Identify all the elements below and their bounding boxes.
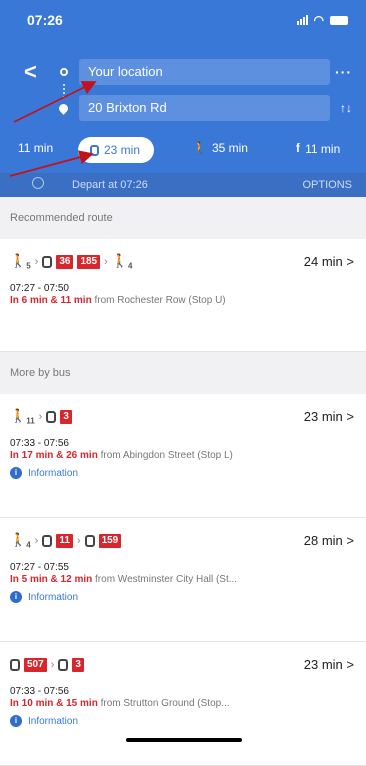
bus-number-badge: 11	[56, 534, 73, 548]
destination-pin-icon	[57, 101, 70, 115]
information-link[interactable]: i Information	[10, 467, 352, 479]
route-times: 07:33 - 07:56	[10, 686, 69, 697]
depart-bar[interactable]: Depart at 07:26 OPTIONS	[0, 173, 366, 197]
next-departures: In 17 min & 26 min from Abingdon Street …	[10, 450, 352, 461]
walk-icon: 🚶5	[10, 253, 31, 271]
departure-stop: from Westminster City Hall (St...	[92, 574, 238, 585]
information-link[interactable]: i Information	[10, 715, 352, 727]
route-duration: 23 min >	[303, 657, 354, 672]
walk-minutes: 4	[26, 540, 31, 550]
tab-transit[interactable]: 23 min	[78, 137, 155, 163]
next-departure-times: In 5 min & 12 min	[10, 574, 93, 585]
tab-bike-label: 11 min	[305, 141, 341, 156]
origin-icon	[60, 68, 68, 76]
status-bar: 07:26 ◠	[0, 0, 366, 40]
departure-stop: from Abingdon Street (Stop L)	[97, 450, 233, 461]
tab-car-label: 11 min	[18, 141, 54, 155]
bus-number-badge: 185	[77, 255, 101, 269]
bus-number-badge: 3	[60, 410, 72, 424]
more-icon[interactable]: ···	[335, 64, 352, 80]
route-duration: 28 min >	[303, 533, 354, 548]
walk-icon: 🚶	[192, 141, 207, 155]
swap-icon[interactable]: ↑↓	[340, 101, 352, 115]
route-duration: 24 min >	[303, 254, 354, 269]
bus-icon	[46, 411, 57, 423]
status-icons: ◠	[296, 13, 348, 27]
chevron-right-icon: ›	[34, 535, 39, 547]
route-legs: 507 › 3	[10, 656, 352, 674]
bus-icon	[42, 256, 53, 268]
origin-field[interactable]: Your location	[79, 59, 330, 85]
bike-icon: 𝐟	[296, 141, 301, 155]
walk-icon: 🚶4	[10, 532, 31, 550]
back-icon[interactable]: <	[24, 61, 37, 83]
chevron-right-icon: ›	[76, 535, 81, 547]
more-by-bus-label: More by bus	[10, 367, 71, 379]
information-label: Information	[28, 467, 79, 479]
route-duration: 23 min >	[303, 409, 354, 424]
tab-walk[interactable]: 🚶 35 min	[192, 141, 248, 155]
walk-icon: 🚶11	[10, 408, 35, 426]
bus-number-badge: 507	[24, 658, 47, 672]
bus-icon	[10, 659, 20, 671]
tab-walk-label: 35 min	[211, 141, 248, 155]
tab-transit-label: 23 min	[104, 143, 141, 157]
depart-time: Depart at 07:26	[72, 179, 148, 191]
chevron-right-icon: ›	[104, 256, 108, 268]
route-card[interactable]: 🚶11 › 3 23 min > 07:33 - 07:56 In 17 min…	[0, 394, 366, 518]
info-icon: i	[10, 467, 22, 479]
information-label: Information	[28, 591, 79, 603]
walk-minutes: 4	[127, 261, 133, 271]
bus-icon	[42, 535, 53, 547]
next-departure-times: In 6 min & 11 min	[10, 295, 92, 306]
next-departures: In 6 min & 11 min from Rochester Row (St…	[10, 295, 352, 306]
walk-minutes: 5	[26, 261, 31, 271]
bus-number-badge: 36	[56, 255, 74, 269]
destination-field[interactable]: 20 Brixton Rd	[79, 95, 330, 121]
route-card[interactable]: 507 › 3 23 min > 07:33 - 07:56 In 10 min…	[0, 642, 366, 766]
route-legs: 🚶4 › 11 › 159	[10, 532, 352, 550]
bus-icon	[90, 144, 99, 156]
info-icon: i	[10, 715, 22, 727]
bus-icon	[58, 659, 69, 671]
departure-stop: from Rochester Row (Stop U)	[91, 295, 226, 306]
wifi-icon: ◠	[313, 13, 324, 27]
information-label: Information	[28, 715, 79, 727]
options-button[interactable]: OPTIONS	[302, 179, 352, 191]
walk-icon: 🚶4	[111, 253, 133, 271]
chevron-right-icon: ›	[50, 659, 55, 671]
next-departure-times: In 17 min & 26 min	[10, 450, 98, 461]
route-times: 07:27 - 07:55	[10, 562, 69, 573]
tab-car[interactable]: 11 min	[18, 141, 53, 155]
departure-stop: from Strutton Ground (Stop...	[97, 698, 230, 709]
recommended-section-label: Recommended route	[10, 212, 113, 224]
chevron-right-icon: ›	[34, 256, 39, 268]
route-times: 07:33 - 07:56	[10, 438, 69, 449]
route-card[interactable]: 🚶4 › 11 › 159 28 min > 07:27 - 07:55 In …	[0, 518, 366, 642]
directions-header: 07:26 ◠ < Your location ··· 20 Brixton R…	[0, 0, 366, 197]
signal-icon	[296, 15, 308, 25]
next-departures: In 5 min & 12 min from Westminster City …	[10, 574, 352, 585]
bus-number-badge: 3	[72, 658, 84, 672]
next-departure-times: In 10 min & 15 min	[10, 698, 98, 709]
battery-icon	[330, 15, 348, 25]
route-card[interactable]: 🚶5 › 36 185 › 🚶4 24 min > 07:27 - 07:50 …	[0, 239, 366, 352]
next-departures: In 10 min & 15 min from Strutton Ground …	[10, 698, 352, 709]
bus-number-badge: 159	[98, 534, 122, 548]
tab-bike[interactable]: 𝐟 11 min	[296, 141, 340, 156]
travel-mode-tabs: 11 min 23 min 🚶 35 min 𝐟 11 min	[0, 137, 366, 167]
information-link[interactable]: i Information	[10, 591, 352, 603]
walk-minutes: 11	[26, 416, 35, 426]
home-indicator[interactable]	[126, 738, 242, 742]
bus-icon	[84, 535, 95, 547]
route-legs: 🚶5 › 36 185 › 🚶4	[10, 253, 352, 271]
chevron-right-icon: ›	[38, 411, 43, 423]
info-icon: i	[10, 591, 22, 603]
route-legs: 🚶11 › 3	[10, 408, 352, 426]
status-time: 07:26	[27, 12, 63, 28]
route-times: 07:27 - 07:50	[10, 283, 69, 294]
clock-icon	[32, 177, 44, 189]
